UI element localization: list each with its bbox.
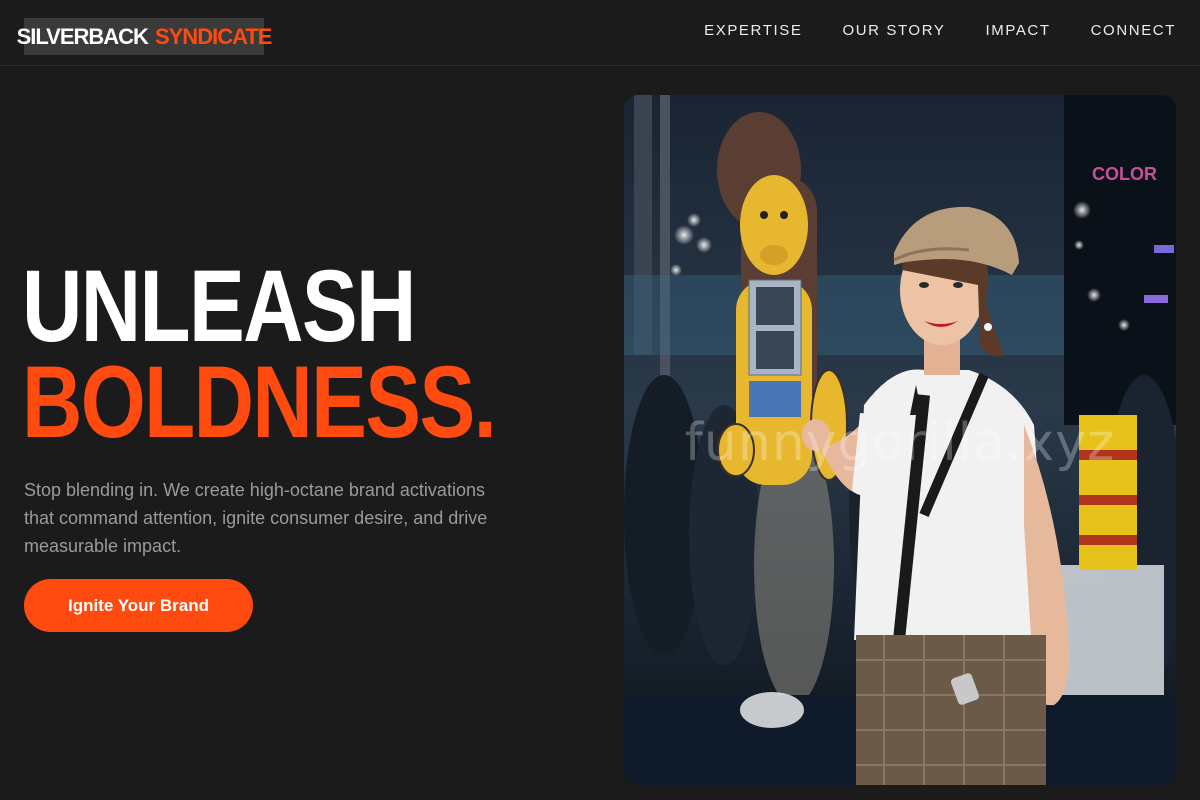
main-nav: EXPERTISE OUR STORY IMPACT CONNECT [704,22,1176,39]
hero-headline: UNLEASH BOLDNESS. [22,249,599,459]
nav-link-expertise[interactable]: EXPERTISE [704,22,802,39]
nav-link-connect[interactable]: CONNECT [1091,22,1176,39]
svg-text:COLOR: COLOR [1092,164,1157,184]
nav-link-our-story[interactable]: OUR STORY [842,22,945,39]
ignite-brand-button[interactable]: Ignite Your Brand [24,579,253,632]
logo-primary-text: SILVERBACK [16,23,149,49]
top-navbar: SILVERBACK SYNDICATE EXPERTISE OUR STORY… [0,0,1200,66]
nav-link-impact[interactable]: IMPACT [985,22,1050,39]
hero-headline-line1: UNLEASH [22,249,416,363]
photo-watermark: funnygorilla.xyz [684,413,1116,473]
logo-accent-text: SYNDICATE [154,23,272,49]
hero-photo: COLOR funnygorilla.xyz [624,95,1176,785]
hero-headline-line2: BOLDNESS. [22,345,497,459]
hero-subtitle: Stop blending in. We create high-octane … [24,480,488,556]
brand-logo[interactable]: SILVERBACK SYNDICATE [17,18,272,55]
